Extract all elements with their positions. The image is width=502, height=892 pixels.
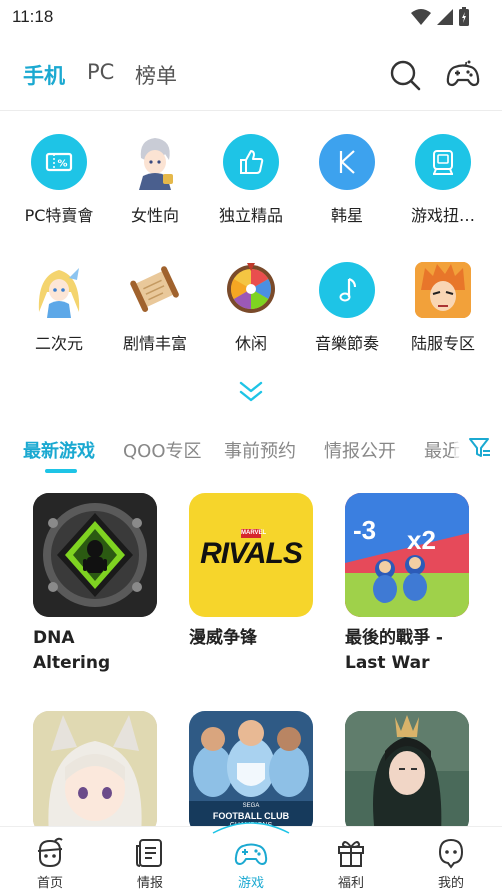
nav-news[interactable]: 情报 xyxy=(100,827,200,892)
category-label: 音樂節奏 xyxy=(314,334,379,353)
tab-mobile[interactable]: 手机 xyxy=(23,60,65,90)
letter-k-icon xyxy=(319,134,375,190)
nav-label: 首页 xyxy=(36,876,63,891)
wifi-icon xyxy=(411,9,431,25)
profile-icon xyxy=(438,838,464,869)
scroll-icon xyxy=(127,262,183,318)
game-thumbnail: -3 x2 xyxy=(345,493,469,617)
game-badge-left: -3 xyxy=(353,515,377,545)
game-card-dna-altering[interactable]: DNA Altering xyxy=(33,493,157,676)
nav-label: 我的 xyxy=(437,876,464,891)
ticket-percent-icon: % xyxy=(31,134,87,190)
game-banner-small: SEGA xyxy=(242,803,260,809)
prize-wheel-icon xyxy=(223,262,279,318)
gacha-machine-icon xyxy=(415,134,471,190)
category-label: 二次元 xyxy=(34,334,83,353)
category-label: 游戏扭… xyxy=(410,206,475,225)
game-controller-icon[interactable] xyxy=(446,58,480,92)
thumbs-up-icon xyxy=(223,134,279,190)
expand-chevron-icon[interactable] xyxy=(237,378,265,406)
game-thumbnail xyxy=(345,711,469,835)
category-music[interactable]: 音樂節奏 xyxy=(299,262,395,372)
nav-rewards[interactable]: 福利 xyxy=(301,827,401,892)
nav-games[interactable]: 游戏 xyxy=(201,827,301,892)
category-korean-star[interactable]: 韩星 xyxy=(299,134,395,244)
nav-label: 游戏 xyxy=(237,876,264,891)
game-thumbnail xyxy=(33,711,157,835)
svg-text:%: % xyxy=(57,159,67,170)
game-card-6[interactable] xyxy=(345,711,469,844)
category-label: 陆服专区 xyxy=(410,334,475,353)
news-icon xyxy=(136,839,162,867)
category-indie[interactable]: 独立精品 xyxy=(203,134,299,244)
game-thumbnail: MARVEL RIVALS xyxy=(189,493,313,617)
game-thumbnail xyxy=(33,493,157,617)
tab-pc[interactable]: PC xyxy=(87,60,114,84)
bottom-nav: 首页 情报 游戏 福利 我的 xyxy=(0,822,502,892)
category-gacha[interactable]: 游戏扭… xyxy=(395,134,491,244)
gift-icon xyxy=(338,841,364,867)
section-tabs: 最新游戏 QOO专区 事前预约 情报公开 最近 xyxy=(0,420,502,480)
category-label: 韩星 xyxy=(330,206,363,225)
tab-qoo-zone[interactable]: QOO专区 xyxy=(123,437,202,463)
category-label: PC特賣會 xyxy=(24,206,94,225)
game-card-last-war[interactable]: -3 x2 最後的戰爭 - Last War xyxy=(345,493,469,676)
tab-latest-games[interactable]: 最新游戏 xyxy=(23,437,95,463)
game-title: DNA Altering xyxy=(33,628,111,673)
tab-pre-register[interactable]: 事前预约 xyxy=(224,437,296,463)
cell-signal-icon xyxy=(437,9,453,25)
battery-icon xyxy=(459,7,469,26)
status-icons xyxy=(410,7,470,27)
category-otome[interactable]: 女性向 xyxy=(107,134,203,244)
category-label: 独立精品 xyxy=(218,206,283,225)
category-label: 休闲 xyxy=(234,334,267,353)
music-note-icon xyxy=(319,262,375,318)
gamepad-icon xyxy=(234,843,268,865)
game-thumbnail: SEGA FOOTBALL CLUB CHAMPIONS xyxy=(189,711,313,835)
filter-icon[interactable] xyxy=(468,436,492,460)
top-bar: 手机 PC 榜单 xyxy=(0,48,502,102)
status-time: 11:18 xyxy=(12,7,54,26)
category-china-server[interactable]: 陆服专区 xyxy=(395,262,491,372)
active-tab-indicator xyxy=(45,469,77,473)
anime-girl-avatar xyxy=(31,262,87,318)
game-title: 最後的戰爭 - Last War xyxy=(345,628,443,673)
category-label: 剧情丰富 xyxy=(122,334,187,353)
category-story[interactable]: 剧情丰富 xyxy=(107,262,203,372)
top-divider xyxy=(0,110,502,111)
game-title: 漫威争锋 xyxy=(189,628,257,648)
anime-character-avatar xyxy=(415,262,471,318)
game-card-4[interactable] xyxy=(33,711,157,844)
category-label: 女性向 xyxy=(130,206,179,225)
category-casual[interactable]: 休闲 xyxy=(203,262,299,372)
nav-home[interactable]: 首页 xyxy=(0,827,100,892)
home-mascot-icon xyxy=(37,837,63,868)
game-card-marvel-rivals[interactable]: MARVEL RIVALS 漫威争锋 xyxy=(189,493,313,651)
nav-profile[interactable]: 我的 xyxy=(401,827,501,892)
category-anime[interactable]: 二次元 xyxy=(11,262,107,372)
anime-boy-avatar xyxy=(127,134,183,190)
category-pc-sale[interactable]: % PC特賣會 xyxy=(11,134,107,244)
tab-info-reveal[interactable]: 情报公开 xyxy=(324,437,396,463)
game-logo: RIVALS xyxy=(200,537,303,570)
filter-area xyxy=(454,420,502,480)
search-icon[interactable] xyxy=(388,58,422,92)
nav-label: 情报 xyxy=(136,876,163,891)
nav-label: 福利 xyxy=(337,876,364,891)
tab-rankings[interactable]: 榜单 xyxy=(135,60,177,90)
game-badge-right: x2 xyxy=(407,525,436,555)
status-bar: 11:18 xyxy=(0,0,502,36)
